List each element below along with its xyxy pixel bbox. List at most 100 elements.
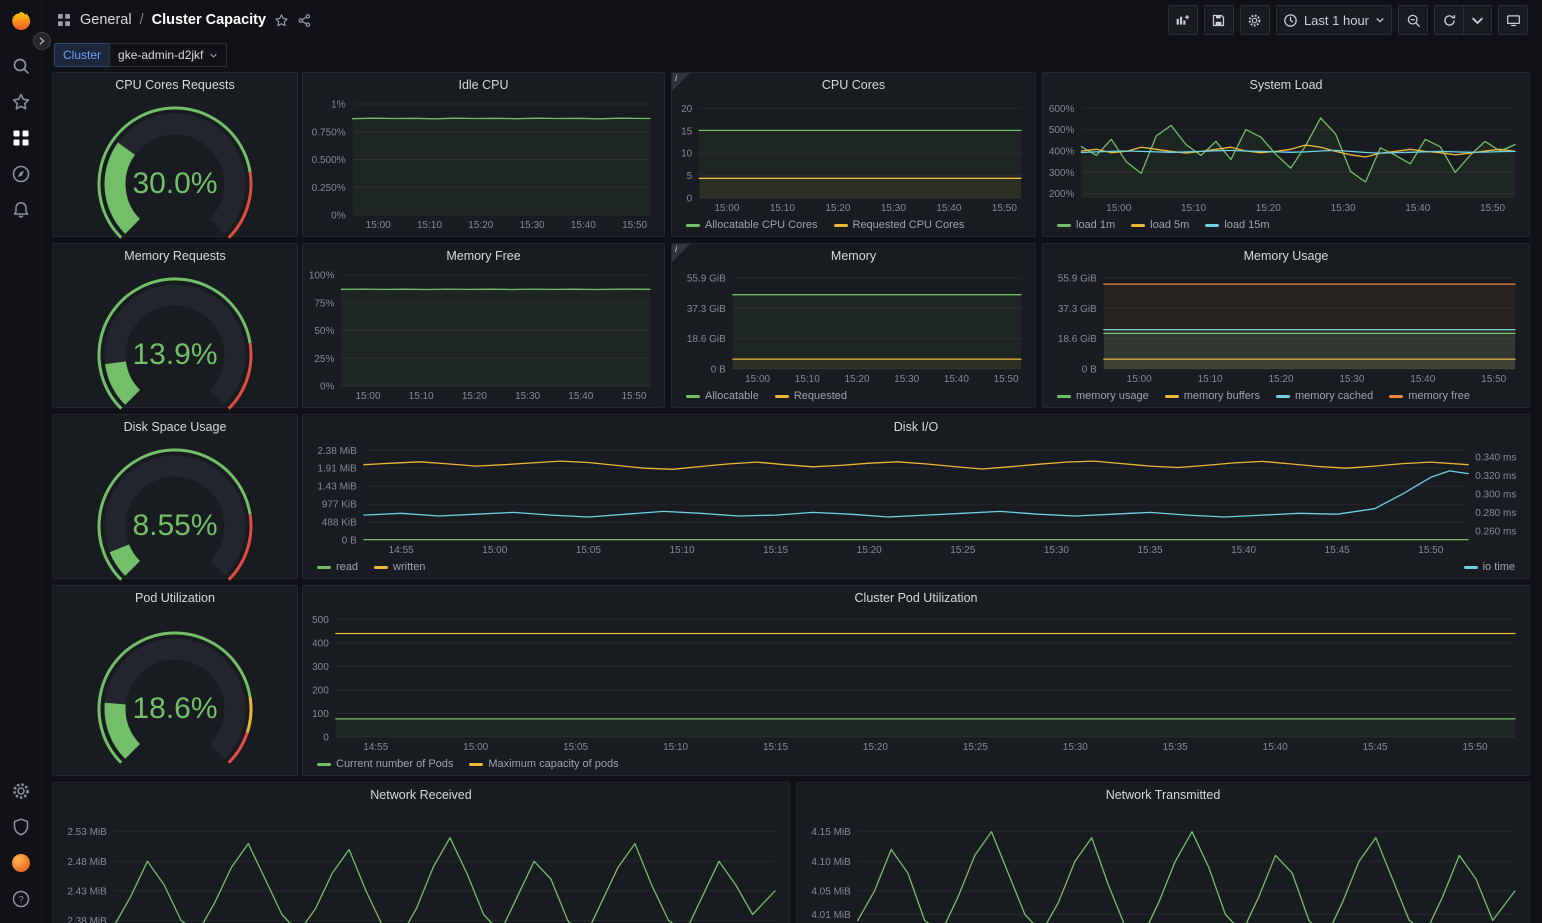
panel-title[interactable]: Idle CPU	[303, 73, 664, 97]
network-transmitted-chart[interactable]: 3.96 MiB4.01 MiB4.05 MiB4.10 MiB4.15 MiB…	[801, 807, 1525, 923]
save-dashboard-button[interactable]	[1204, 5, 1234, 35]
dashboards-icon[interactable]	[11, 128, 31, 148]
svg-text:4.05 MiB: 4.05 MiB	[811, 886, 851, 897]
panel-title[interactable]: Memory Free	[303, 244, 664, 268]
svg-text:15:00: 15:00	[745, 374, 770, 385]
legend-item[interactable]: io time	[1464, 561, 1515, 573]
variable-value-dropdown[interactable]: gke-admin-d2jkf	[109, 43, 227, 67]
svg-text:0.300 ms: 0.300 ms	[1475, 489, 1516, 500]
refresh-interval-dropdown[interactable]	[1464, 5, 1492, 35]
grafana-logo-icon[interactable]	[9, 10, 33, 34]
refresh-button[interactable]	[1434, 5, 1464, 35]
panel-title[interactable]: CPU Cores Requests	[53, 73, 297, 97]
share-icon[interactable]	[297, 13, 312, 28]
svg-text:15:50: 15:50	[1480, 203, 1505, 214]
panel-system-load: System Load 200%300%400%500%600%15:0015:…	[1042, 72, 1530, 237]
network-received-chart[interactable]: 2.34 MiB2.38 MiB2.43 MiB2.48 MiB2.53 MiB…	[57, 807, 785, 923]
memory-free-chart[interactable]: 0%25%50%75%100%15:0015:1015:2015:3015:40…	[307, 268, 660, 402]
dashboard-settings-button[interactable]	[1240, 5, 1270, 35]
search-icon[interactable]	[11, 56, 31, 76]
legend-item[interactable]: Maximum capacity of pods	[469, 758, 618, 770]
svg-text:2.48 MiB: 2.48 MiB	[67, 857, 107, 868]
svg-text:15:10: 15:10	[1181, 203, 1206, 214]
variables-row: Cluster gke-admin-d2jkf	[42, 40, 1542, 70]
legend-label: memory usage	[1076, 390, 1149, 402]
server-admin-gear-icon[interactable]	[11, 781, 31, 801]
svg-text:15:10: 15:10	[1198, 374, 1223, 385]
svg-text:0.500%: 0.500%	[312, 155, 346, 166]
panel-title[interactable]: Cluster Pod Utilization	[303, 586, 1529, 610]
panel-title[interactable]: System Load	[1043, 73, 1529, 97]
legend-item[interactable]: Requested CPU Cores	[834, 219, 965, 231]
disk-io-chart[interactable]: 0 B488 KiB977 KiB1.43 MiB1.91 MiB2.38 Mi…	[307, 439, 1525, 556]
legend-item[interactable]: load 1m	[1057, 219, 1115, 231]
legend-color	[686, 224, 700, 227]
svg-text:400%: 400%	[1049, 147, 1075, 158]
svg-text:15:40: 15:40	[1263, 742, 1288, 753]
legend-color	[1276, 395, 1290, 398]
starred-dashboards-icon[interactable]	[11, 92, 31, 112]
panel-memory: Memory 0 B18.6 GiB37.3 GiB55.9 GiB15:001…	[671, 243, 1036, 408]
legend-item[interactable]: memory cached	[1276, 390, 1373, 402]
svg-text:100: 100	[312, 709, 329, 720]
legend-color	[317, 566, 331, 569]
gauge-value: 18.6%	[53, 692, 297, 726]
legend-item[interactable]: memory free	[1389, 390, 1470, 402]
panel-title[interactable]: CPU Cores	[672, 73, 1035, 97]
admin-shield-icon[interactable]	[11, 817, 31, 837]
panel-title[interactable]: Memory	[672, 244, 1035, 268]
system-load-chart[interactable]: 200%300%400%500%600%15:0015:1015:2015:30…	[1047, 97, 1525, 214]
help-icon[interactable]: ?	[11, 889, 31, 909]
panel-title[interactable]: Network Received	[53, 783, 789, 807]
legend-item[interactable]: written	[374, 561, 425, 573]
tv-mode-button[interactable]	[1498, 5, 1528, 35]
memory-chart[interactable]: 0 B18.6 GiB37.3 GiB55.9 GiB15:0015:1015:…	[676, 268, 1031, 385]
legend: Current number of Pods Maximum capacity o…	[317, 755, 1515, 773]
legend-item[interactable]: memory buffers	[1165, 390, 1260, 402]
breadcrumb-folder[interactable]: General	[80, 12, 132, 28]
panel-title[interactable]: Disk Space Usage	[53, 415, 297, 439]
legend-item[interactable]: Allocatable CPU Cores	[686, 219, 818, 231]
cluster-pod-utilization-chart[interactable]: 010020030040050014:5515:0015:0515:1015:1…	[307, 610, 1525, 753]
svg-text:0 B: 0 B	[711, 365, 726, 376]
info-icon[interactable]	[672, 73, 690, 91]
sidebar-expand-button[interactable]	[33, 32, 51, 50]
add-panel-button[interactable]	[1168, 5, 1198, 35]
svg-text:4.10 MiB: 4.10 MiB	[811, 857, 851, 868]
legend-item[interactable]: memory usage	[1057, 390, 1149, 402]
legend-item[interactable]: load 15m	[1205, 219, 1269, 231]
favorite-star-icon[interactable]	[274, 13, 289, 28]
explore-compass-icon[interactable]	[11, 164, 31, 184]
panel-title[interactable]: Disk I/O	[303, 415, 1529, 439]
svg-text:37.3 GiB: 37.3 GiB	[687, 304, 726, 315]
legend-color	[1131, 224, 1145, 227]
legend-item[interactable]: read	[317, 561, 358, 573]
time-range-label: Last 1 hour	[1304, 13, 1369, 28]
svg-text:1.91 MiB: 1.91 MiB	[317, 464, 357, 475]
legend-item[interactable]: Allocatable	[686, 390, 759, 402]
zoom-out-button[interactable]	[1398, 5, 1428, 35]
alerting-bell-icon[interactable]	[11, 200, 31, 220]
user-avatar[interactable]	[11, 853, 31, 873]
legend: Allocatable Requested	[686, 387, 1021, 405]
svg-text:4.01 MiB: 4.01 MiB	[811, 910, 851, 921]
panel-title[interactable]: Pod Utilization	[53, 586, 297, 610]
info-icon[interactable]	[672, 244, 690, 262]
svg-text:18.6 GiB: 18.6 GiB	[687, 334, 726, 345]
memory-usage-chart[interactable]: 0 B18.6 GiB37.3 GiB55.9 GiB15:0015:1015:…	[1047, 268, 1525, 385]
svg-text:2.43 MiB: 2.43 MiB	[67, 886, 107, 897]
legend-left: read written	[317, 561, 425, 573]
cpu-cores-chart[interactable]: 0510152015:0015:1015:2015:3015:4015:50	[676, 97, 1031, 214]
legend: load 1m load 5m load 15m	[1057, 216, 1515, 234]
panel-title[interactable]: Network Transmitted	[797, 783, 1529, 807]
svg-text:15:45: 15:45	[1325, 545, 1350, 556]
time-range-picker[interactable]: Last 1 hour	[1276, 5, 1392, 35]
svg-text:600%: 600%	[1049, 104, 1075, 115]
panel-title[interactable]: Memory Requests	[53, 244, 297, 268]
idle-cpu-chart[interactable]: 0%0.250%0.500%0.750%1%15:0015:1015:2015:…	[307, 97, 660, 231]
panel-title[interactable]: Memory Usage	[1043, 244, 1529, 268]
legend-item[interactable]: Requested	[775, 390, 847, 402]
legend-item[interactable]: load 5m	[1131, 219, 1189, 231]
dashboard-header: General / Cluster Capacity Last 1 hour	[42, 0, 1542, 40]
legend-item[interactable]: Current number of Pods	[317, 758, 453, 770]
